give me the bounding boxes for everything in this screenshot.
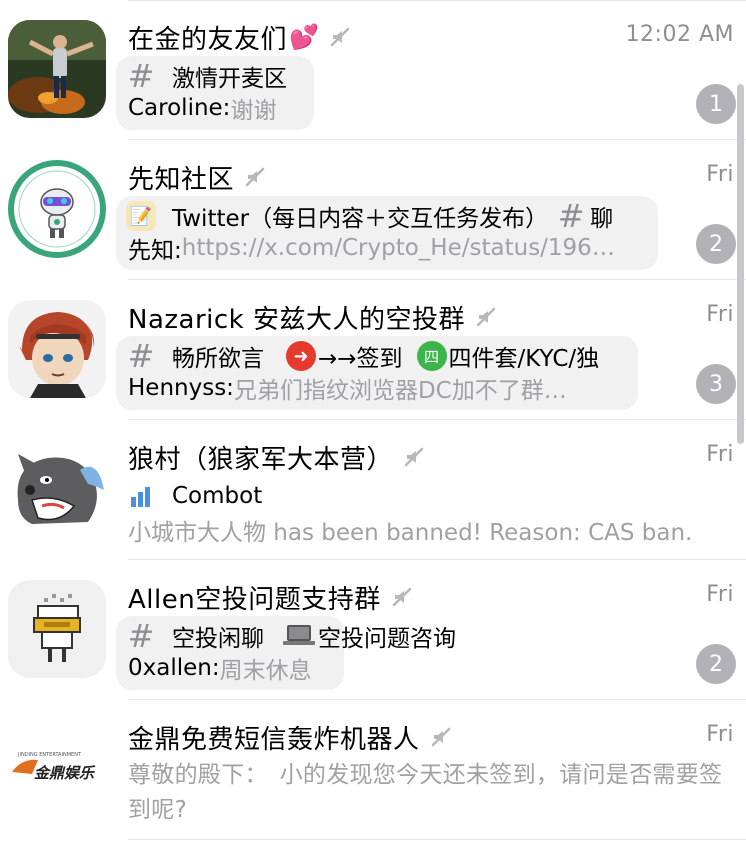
chat-time: Fri: [706, 442, 734, 467]
topic-name: 激情开麦区: [172, 66, 287, 92]
topic-name-2: →→签到: [318, 346, 403, 372]
topic-line: # 激情开麦区: [126, 57, 287, 95]
mute-icon: [431, 727, 450, 747]
message-sender: Hennyss:: [128, 375, 234, 401]
topic-name: 空投闲聊: [172, 626, 264, 652]
chat-title-line: Allen空投问题支持群: [128, 578, 413, 616]
chat-time: 12:02 AM: [625, 22, 734, 47]
chat-time: Fri: [706, 162, 734, 187]
logo-subtext: JINDING ENTERTAINMENT: [17, 752, 82, 758]
unread-badge: 1: [696, 84, 736, 124]
message-preview: 先知: https://x.com/Crypto_He/status/196…: [128, 232, 615, 264]
number-four-icon: 四: [416, 341, 447, 371]
memo-icon: 📝: [126, 201, 156, 231]
chat-row-6[interactable]: JINDING ENTERTAINMENT 金鼎娱乐 金鼎免费短信轰炸机器人 F…: [0, 700, 746, 840]
chat-time: Fri: [706, 722, 734, 747]
topic-name-3: 四件套/KYC/独: [448, 346, 600, 372]
avatar: [8, 300, 106, 398]
topic-name: Combot: [172, 483, 263, 509]
mute-icon: [330, 27, 350, 47]
hash-icon: #: [127, 617, 155, 655]
unread-badge: 2: [696, 224, 736, 264]
message-sender: Caroline:: [128, 95, 231, 121]
chat-title-line: Nazarick 安兹大人的空投群: [128, 298, 497, 336]
hash-icon: #: [557, 197, 585, 235]
message-preview: 小城市大人物 has been banned! Reason: CAS ban.: [128, 514, 692, 546]
chat-title: 狼村（狼家军大本营）: [128, 444, 394, 475]
avatar: JINDING ENTERTAINMENT 金鼎娱乐: [8, 720, 106, 818]
mute-icon: [404, 447, 424, 467]
mute-icon: [245, 167, 265, 187]
message-preview: 0xallen: 周末休息: [128, 652, 312, 684]
unread-badge: 3: [696, 364, 736, 404]
message-sender: 0xallen:: [128, 655, 220, 681]
message-text: https://x.com/Crypto_He/status/196…: [181, 235, 615, 261]
message-sender: 先知:: [128, 238, 182, 264]
message-preview: Caroline: 谢谢: [128, 92, 276, 124]
laptop-icon: [283, 625, 315, 645]
chat-row-3[interactable]: Nazarick 安兹大人的空投群 Fri # 畅所欲言 ➜ →→签到 四 四件…: [0, 280, 746, 420]
chat-title-line: 在金的友友们 💕: [128, 18, 351, 56]
chat-title: 先知社区: [128, 164, 235, 195]
heart-emoji: 💕: [289, 23, 319, 51]
chat-title: Allen空投问题支持群: [128, 584, 381, 615]
topic-name: 畅所欲言: [172, 346, 264, 372]
chat-title: 在金的友友们: [128, 24, 288, 55]
avatar: [8, 580, 106, 678]
chat-time: Fri: [706, 582, 734, 607]
arrow-right-icon: ➜: [286, 341, 316, 371]
chat-title-line: 金鼎免费短信轰炸机器人: [128, 718, 452, 756]
topic-name-2: 聊: [590, 206, 614, 232]
chat-row-4[interactable]: 狼村（狼家军大本营） Fri Combot 小城市大人物 has been ba…: [0, 420, 746, 560]
chat-row-5[interactable]: Allen空投问题支持群 Fri # 空投闲聊 空投问题咨询 0xallen: …: [0, 560, 746, 700]
chat-title: Nazarick 安兹大人的空投群: [128, 304, 465, 335]
row-divider: [128, 839, 746, 840]
topic-line: 📝 Twitter（每日内容＋交互任务发布） # 聊: [126, 197, 614, 235]
chat-row-1[interactable]: 在金的友友们 💕 12:02 AM # 激情开麦区 Caroline: 谢谢 1: [0, 0, 746, 140]
topic-name-2: 空投问题咨询: [318, 626, 456, 652]
bar-chart-icon: [131, 487, 150, 507]
message-text: 周末休息: [219, 658, 312, 684]
hash-icon: #: [127, 57, 155, 95]
message-text: 尊敬的殿下： 小的发现您今天还未签到，请问是否需要签到呢?: [128, 762, 723, 823]
topic-line: # 畅所欲言 ➜ →→签到 四 四件套/KYC/独: [126, 337, 600, 375]
avatar: [8, 440, 106, 538]
chat-title: 金鼎免费短信轰炸机器人: [128, 724, 420, 755]
message-text: 兄弟们指纹浏览器DC加不了群…: [233, 378, 567, 404]
mute-icon: [392, 587, 411, 607]
message-preview: Hennyss: 兄弟们指纹浏览器DC加不了群…: [128, 372, 567, 404]
chat-title-line: 狼村（狼家军大本营）: [128, 438, 425, 476]
scrollbar[interactable]: [737, 84, 744, 444]
unread-badge: 2: [696, 644, 736, 684]
avatar: [8, 160, 106, 258]
topic-line: # 空投闲聊 空投问题咨询: [126, 617, 456, 655]
topic-line: Combot: [126, 478, 262, 514]
logo-text: 金鼎娱乐: [34, 764, 96, 782]
chat-time: Fri: [706, 302, 734, 327]
chat-title-line: 先知社区: [128, 158, 266, 196]
chat-row-2[interactable]: 先知社区 Fri 📝 Twitter（每日内容＋交互任务发布） # 聊 先知: …: [0, 140, 746, 280]
message-text: 小城市大人物 has been banned! Reason: CAS ban.: [128, 520, 693, 546]
avatar: [8, 20, 106, 118]
mute-icon: [476, 307, 496, 327]
message-text: 谢谢: [230, 98, 277, 124]
hash-icon: #: [127, 337, 155, 375]
topic-name: Twitter（每日内容＋交互任务发布）: [172, 206, 549, 232]
